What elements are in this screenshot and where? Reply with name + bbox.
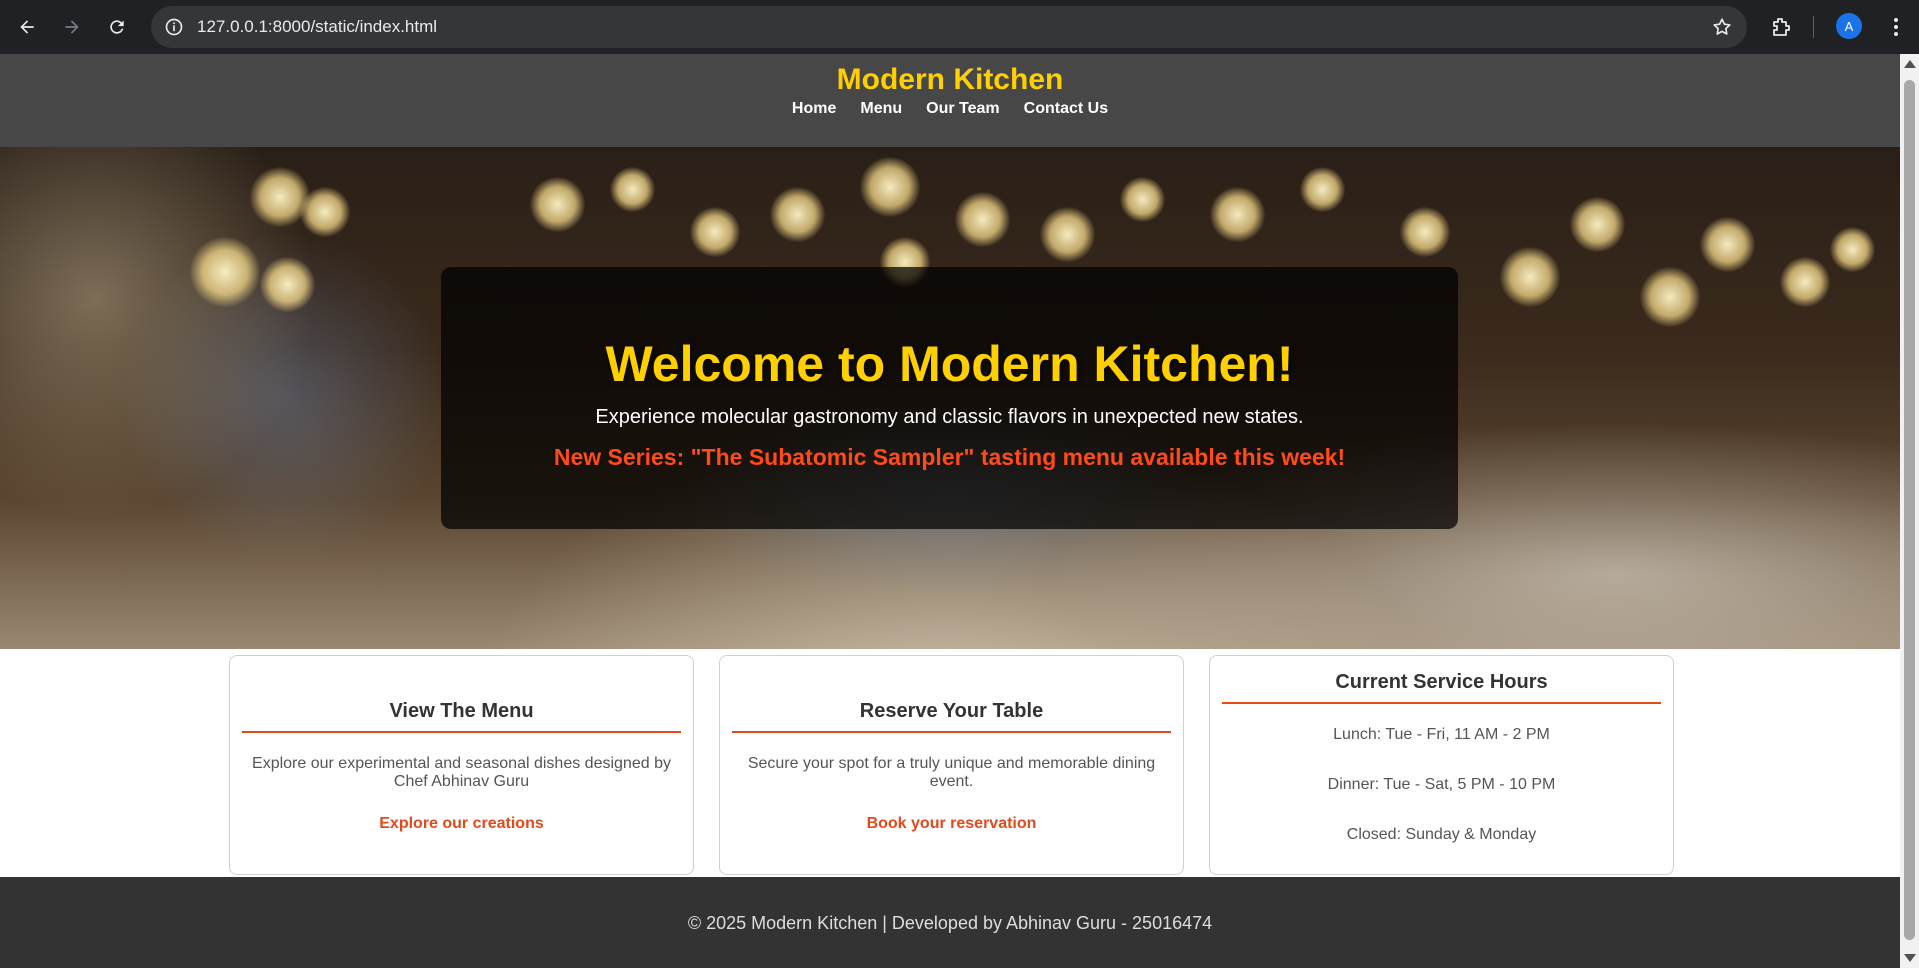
- hours-card: Current Service Hours Lunch: Tue - Fri, …: [1209, 655, 1674, 875]
- bokeh-light: [530, 177, 585, 232]
- reload-icon: [110, 20, 124, 34]
- bokeh-light: [955, 192, 1010, 247]
- bokeh-light: [610, 167, 655, 212]
- bokeh-light: [1500, 247, 1560, 307]
- nav-our-team[interactable]: Our Team: [926, 100, 1000, 118]
- site-nav: Home Menu Our Team Contact Us: [0, 100, 1900, 118]
- bokeh-light: [1830, 227, 1875, 272]
- hero-promo: New Series: "The Subatomic Sampler" tast…: [553, 444, 1346, 470]
- url-text[interactable]: 127.0.0.1:8000/static/index.html: [197, 17, 437, 37]
- reserve-card-text: Secure your spot for a truly unique and …: [747, 755, 1156, 790]
- bokeh-light: [1780, 257, 1830, 307]
- hero-banner: Welcome to Modern Kitchen! Experience mo…: [0, 147, 1900, 649]
- forward-icon: [65, 20, 79, 34]
- hours-card-title: Current Service Hours: [1222, 671, 1661, 704]
- bokeh-light: [1640, 267, 1700, 327]
- extensions-icon[interactable]: [1769, 15, 1793, 39]
- back-button[interactable]: [9, 9, 45, 45]
- hours-closed: Closed: Sunday & Monday: [1346, 826, 1537, 843]
- bokeh-light: [190, 237, 260, 307]
- bokeh-light: [300, 187, 350, 237]
- scroll-down-icon[interactable]: [1904, 954, 1916, 962]
- browser-toolbar: 127.0.0.1:8000/static/index.html A: [0, 0, 1919, 54]
- reserve-card: Reserve Your Table Secure your spot for …: [719, 655, 1184, 875]
- page-viewport: Modern Kitchen Home Menu Our Team Contac…: [0, 54, 1900, 968]
- profile-avatar[interactable]: A: [1836, 13, 1862, 39]
- hours-lunch: Lunch: Tue - Fri, 11 AM - 2 PM: [1333, 726, 1550, 743]
- menu-card-text: Explore our experimental and seasonal di…: [252, 755, 671, 790]
- nav-home[interactable]: Home: [792, 100, 836, 118]
- back-icon: [20, 20, 34, 34]
- address-bar[interactable]: 127.0.0.1:8000/static/index.html: [151, 6, 1747, 48]
- nav-contact-us[interactable]: Contact Us: [1024, 100, 1108, 118]
- forward-button[interactable]: [54, 9, 90, 45]
- site-header: Modern Kitchen Home Menu Our Team Contac…: [0, 54, 1900, 147]
- scroll-up-icon[interactable]: [1904, 60, 1916, 68]
- bokeh-light: [860, 157, 920, 217]
- bokeh-light: [1120, 177, 1165, 222]
- reload-button[interactable]: [99, 9, 135, 45]
- menu-card-title: View The Menu: [242, 700, 681, 733]
- site-footer: © 2025 Modern Kitchen | Developed by Abh…: [0, 877, 1900, 968]
- hero-subtitle: Experience molecular gastronomy and clas…: [595, 406, 1304, 428]
- explore-creations-link[interactable]: Explore our creations: [242, 815, 681, 833]
- bokeh-light: [1040, 207, 1095, 262]
- menu-card: View The Menu Explore our experimental a…: [229, 655, 694, 875]
- bokeh-light: [1570, 197, 1625, 252]
- page-scrollbar[interactable]: [1900, 54, 1919, 968]
- bokeh-light: [1400, 207, 1450, 257]
- bokeh-light: [1210, 187, 1265, 242]
- bokeh-light: [1700, 217, 1755, 272]
- scroll-thumb[interactable]: [1904, 80, 1915, 940]
- bokeh-light: [770, 187, 825, 242]
- toolbar-separator: [1813, 16, 1814, 38]
- bokeh-light: [1300, 167, 1345, 212]
- hero-card: Welcome to Modern Kitchen! Experience mo…: [441, 267, 1458, 529]
- footer-text: © 2025 Modern Kitchen | Developed by Abh…: [687, 913, 1213, 933]
- info-icon[interactable]: [163, 16, 185, 38]
- hero-title: Welcome to Modern Kitchen!: [605, 336, 1294, 392]
- star-icon[interactable]: [1711, 16, 1733, 38]
- kebab-menu-icon[interactable]: [1884, 15, 1908, 39]
- nav-menu[interactable]: Menu: [860, 100, 902, 118]
- reserve-card-title: Reserve Your Table: [732, 700, 1171, 733]
- hours-dinner: Dinner: Tue - Sat, 5 PM - 10 PM: [1327, 776, 1556, 793]
- bokeh-light: [260, 257, 315, 312]
- site-title: Modern Kitchen: [836, 63, 1064, 96]
- feature-cards: View The Menu Explore our experimental a…: [0, 649, 1900, 879]
- bokeh-light: [690, 207, 740, 257]
- book-reservation-link[interactable]: Book your reservation: [732, 815, 1171, 833]
